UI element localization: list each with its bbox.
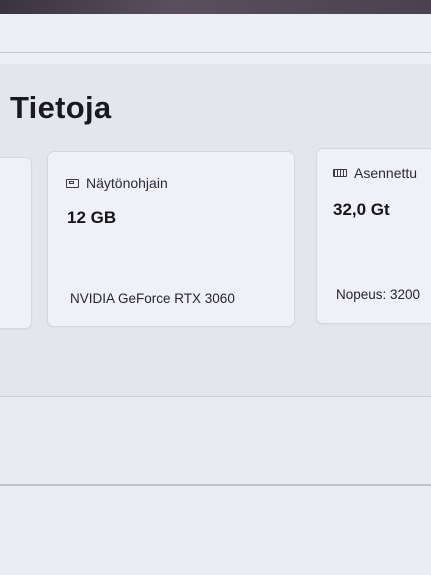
ram-card-header: Asennettu: [333, 165, 417, 181]
settings-section: [0, 396, 431, 485]
gpu-card-header: Näytönohjain: [66, 175, 168, 191]
settings-section-lower: [0, 486, 431, 575]
window-top-edge: [0, 0, 431, 14]
ram-speed-text: Nopeus: 3200: [336, 287, 421, 302]
header-divider: [0, 52, 431, 53]
ram-card-label: Asennettu: [354, 165, 418, 181]
page-title: Tietoja: [10, 90, 112, 125]
gpu-model-name: NVIDIA GeForce RTX 3060: [70, 291, 235, 306]
gpu-memory-value: 12 GB: [67, 208, 117, 227]
memory-icon: [333, 169, 347, 177]
spec-card-partial[interactable]: [0, 157, 32, 329]
header-area: [0, 14, 431, 64]
gpu-card-label: Näytönohjain: [86, 175, 168, 191]
ram-size-value: 32,0 Gt: [333, 200, 390, 219]
gpu-card[interactable]: Näytönohjain 12 GB NVIDIA GeForce RTX 30…: [47, 151, 295, 327]
gpu-icon: [66, 178, 79, 188]
ram-card[interactable]: Asennettu 32,0 Gt Nopeus: 3200: [316, 148, 431, 324]
